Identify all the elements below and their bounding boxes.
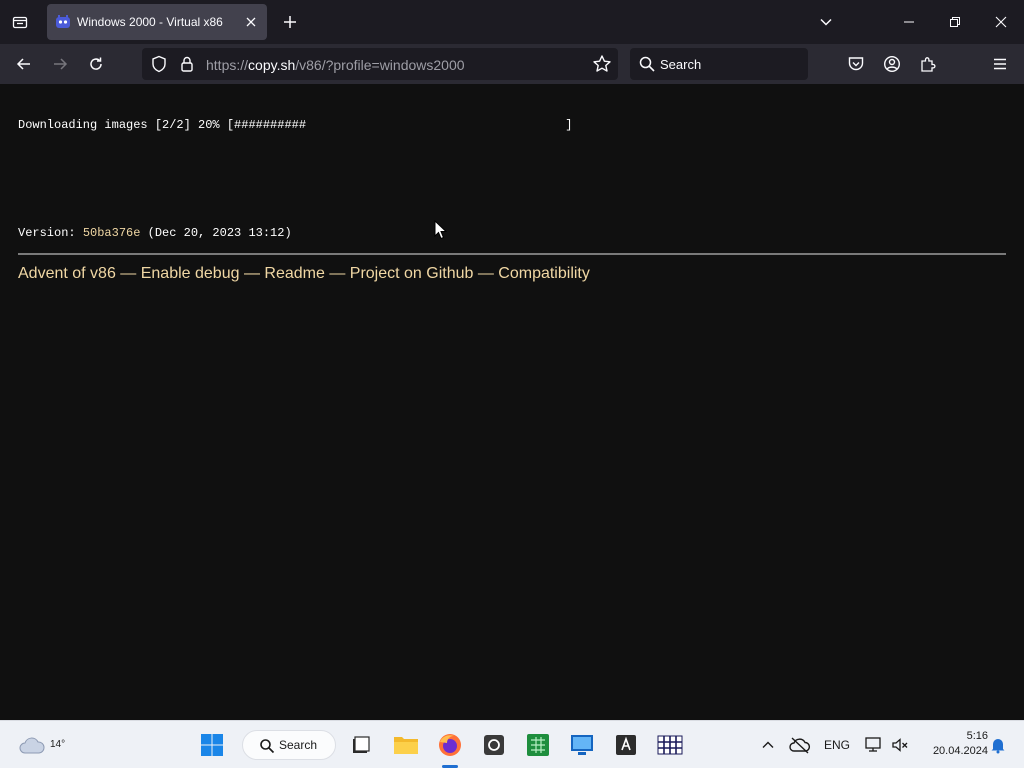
firefox-icon[interactable]: [436, 731, 464, 759]
page-content: Downloading images [2/2] 20% [##########…: [0, 84, 1024, 720]
chevron-down-icon[interactable]: [816, 12, 836, 32]
search-bar[interactable]: Search: [630, 48, 808, 80]
search-icon: [259, 738, 275, 754]
taskbar-search[interactable]: Search: [242, 730, 336, 760]
extensions-icon[interactable]: [916, 52, 940, 76]
footer-links: Advent of v86 — Enable debug — Readme — …: [18, 265, 590, 283]
url-path: /v86/?profile=windows2000: [295, 57, 465, 73]
link-separator: —: [239, 265, 265, 282]
url-scheme: https://: [206, 57, 249, 73]
tab-strip: Windows 2000 - Virtual x86: [0, 0, 1024, 44]
chevron-up-icon[interactable]: [754, 731, 782, 759]
list-all-tabs-icon[interactable]: [8, 10, 32, 34]
screen: Windows 2000 - Virtual x86 https://copy.…: [0, 0, 1024, 768]
obs-icon[interactable]: [480, 731, 508, 759]
taskbar-search-label: Search: [279, 738, 318, 752]
tab-title: Windows 2000 - Virtual x86: [77, 15, 223, 29]
version-hash-link[interactable]: 50ba376e: [83, 226, 141, 240]
tab-active[interactable]: Windows 2000 - Virtual x86: [47, 4, 267, 40]
url-domain: copy.sh: [248, 57, 296, 73]
tracking-protection-shield-icon[interactable]: [150, 55, 168, 73]
notification-bell-icon[interactable]: [984, 731, 1012, 759]
spreadsheet-icon[interactable]: [524, 731, 552, 759]
search-placeholder: Search: [660, 57, 702, 72]
v86-favicon-icon: [55, 14, 71, 30]
reload-button[interactable]: [84, 52, 108, 76]
taskbar: 14° Search ENG 5:16 20.04.2024: [0, 720, 1024, 768]
bookmark-star-icon[interactable]: [592, 54, 612, 74]
cloud-sync-off-icon[interactable]: [786, 731, 814, 759]
weather-temperature: 14°: [50, 739, 66, 750]
hamburger-menu-icon[interactable]: [988, 52, 1012, 76]
url-bar[interactable]: https://copy.sh/v86/?profile=windows2000: [142, 48, 618, 80]
restore-button[interactable]: [932, 0, 978, 44]
search-icon: [638, 55, 656, 73]
file-explorer-icon[interactable]: [392, 731, 420, 759]
download-status: Downloading images [2/2] 20% [##########…: [18, 118, 573, 132]
url-text[interactable]: https://copy.sh/v86/?profile=windows2000: [206, 57, 465, 73]
weather-widget[interactable]: 14°: [18, 731, 65, 759]
clock-time: 5:16: [966, 730, 988, 742]
forward-button[interactable]: [48, 52, 72, 76]
back-button[interactable]: [12, 52, 36, 76]
new-tab-icon[interactable]: [280, 12, 300, 32]
minimize-button[interactable]: [886, 0, 932, 44]
pocket-icon[interactable]: [844, 52, 868, 76]
link-separator: —: [324, 265, 350, 282]
clock-date: 20.04.2024: [932, 745, 988, 757]
navigation-toolbar: https://copy.sh/v86/?profile=windows2000…: [0, 44, 1024, 117]
language-indicator[interactable]: ENG: [824, 738, 850, 752]
link-compatibility[interactable]: Compatibility: [498, 265, 590, 282]
divider: [18, 253, 1006, 255]
system-clock[interactable]: 5:16 20.04.2024: [916, 729, 988, 759]
version-line: Version: 50ba376e (Dec 20, 2023 13:12): [18, 226, 292, 240]
grid-app-icon[interactable]: [656, 731, 684, 759]
lock-icon[interactable]: [178, 55, 196, 73]
font-app-icon[interactable]: [612, 731, 640, 759]
version-label: Version:: [18, 226, 83, 240]
version-date: (Dec 20, 2023 13:12): [140, 226, 292, 240]
cloud-icon: [19, 737, 45, 754]
windows-start-icon[interactable]: [198, 731, 226, 759]
mouse-pointer-icon: [434, 219, 448, 240]
link-advent-of-v86[interactable]: Advent of v86: [18, 265, 116, 282]
account-icon[interactable]: [880, 52, 904, 76]
task-view-icon[interactable]: [346, 731, 374, 759]
link-separator: —: [473, 265, 499, 282]
network-icon[interactable]: [860, 731, 888, 759]
remote-desktop-icon[interactable]: [568, 731, 596, 759]
link-project-on-github[interactable]: Project on Github: [350, 265, 474, 282]
link-readme[interactable]: Readme: [264, 265, 324, 282]
close-window-button[interactable]: [978, 0, 1024, 44]
tab-close-icon[interactable]: [243, 14, 259, 30]
link-enable-debug[interactable]: Enable debug: [141, 265, 240, 282]
link-separator: —: [115, 265, 141, 282]
volume-muted-icon[interactable]: [886, 731, 914, 759]
